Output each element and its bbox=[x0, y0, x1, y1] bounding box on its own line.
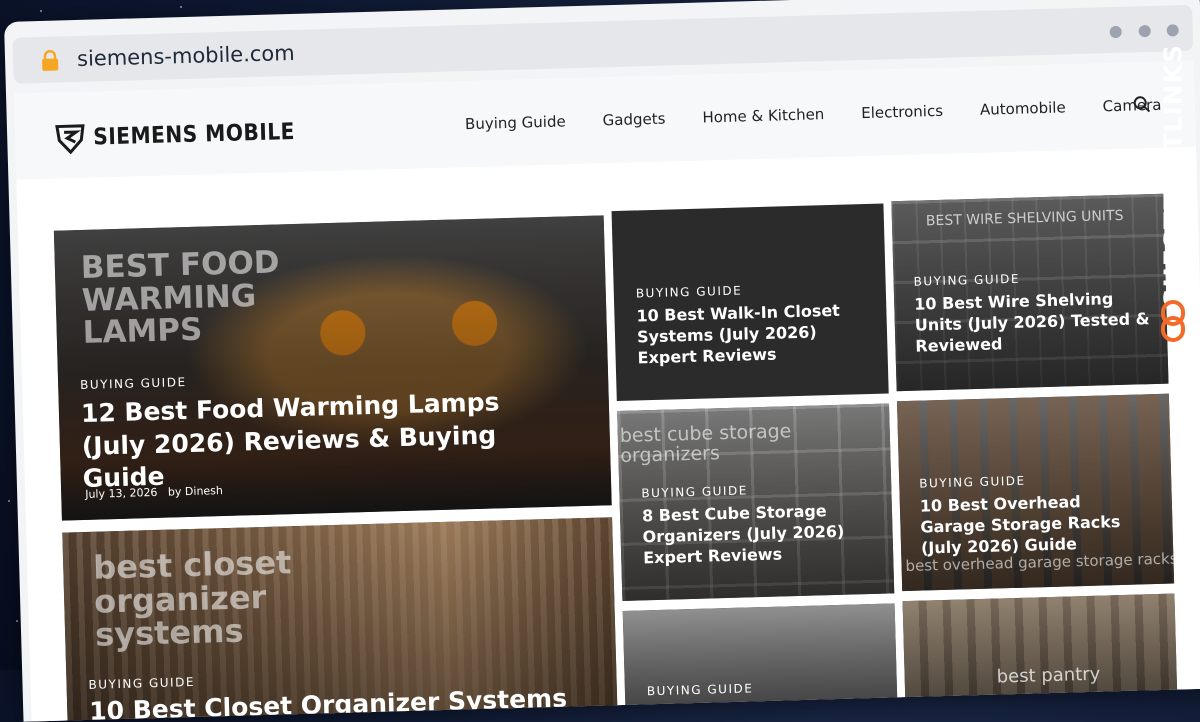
window-dot-icon[interactable] bbox=[1109, 25, 1122, 39]
post-card[interactable]: BUYING GUIDE 10 Best Walk-In Closet Syst… bbox=[611, 203, 889, 402]
post-title[interactable]: 10 Best Walk-In Closet Systems (July 202… bbox=[636, 300, 878, 369]
post-category[interactable]: BUYING GUIDE bbox=[925, 694, 1032, 711]
menu-item-gadgets[interactable]: Gadgets bbox=[602, 110, 665, 130]
post-card[interactable]: BUYING GUIDE 10 Best Overhead Garage Sto… bbox=[896, 393, 1175, 592]
logo-text: SIEMENS MOBILE bbox=[92, 118, 296, 151]
post-category[interactable]: BUYING GUIDE bbox=[636, 283, 743, 300]
post-category[interactable]: BUYING GUIDE bbox=[913, 272, 1020, 289]
url-text[interactable]: siemens-mobile.com bbox=[77, 41, 295, 71]
post-image-overlay-text: best pantry bbox=[996, 663, 1101, 688]
link-icon bbox=[1161, 300, 1185, 342]
menu-item-home-kitchen[interactable]: Home & Kitchen bbox=[702, 105, 824, 126]
post-category[interactable]: BUYING GUIDE bbox=[919, 474, 1026, 491]
guestpostlinks-badge: GUESTPOSTLINKS bbox=[1156, 44, 1190, 352]
post-card-featured[interactable]: BEST FOOD WARMING LAMPS BUYING GUIDE 12 … bbox=[53, 215, 612, 521]
shield-logo-icon bbox=[55, 124, 85, 155]
post-title[interactable]: 10 Best Wire Shelving Units (July 2026) … bbox=[914, 288, 1156, 357]
post-category[interactable]: BUYING GUIDE bbox=[80, 375, 187, 392]
menu-item-buying-guide[interactable]: Buying Guide bbox=[465, 112, 566, 133]
post-card[interactable]: BEST WIRE SHELVING UNITS BUYING GUIDE 10… bbox=[891, 193, 1169, 392]
menu-item-automobile[interactable]: Automobile bbox=[980, 98, 1066, 118]
post-card[interactable]: BUYING GUIDE bbox=[622, 603, 898, 722]
post-title[interactable]: 10 Best Overhead Garage Storage Racks (J… bbox=[920, 490, 1152, 559]
post-image-overlay-text: BEST FOOD WARMING LAMPS bbox=[80, 244, 281, 352]
post-date: July 13, 2026 bbox=[85, 485, 158, 501]
browser-window: siemens-mobile.com SIEMENS MOBILE Buying… bbox=[4, 0, 1200, 722]
post-title[interactable]: 12 Best Food Warming Lamps (July 2026) R… bbox=[81, 384, 574, 495]
post-card[interactable]: best cube storage organizers BUYING GUID… bbox=[617, 403, 895, 601]
author-prefix: by bbox=[167, 485, 182, 499]
website-viewport: SIEMENS MOBILE Buying Guide Gadgets Home… bbox=[14, 60, 1200, 722]
main-menu: Buying Guide Gadgets Home & Kitchen Elec… bbox=[465, 96, 1162, 133]
search-icon[interactable] bbox=[1132, 95, 1151, 113]
post-author[interactable]: Dinesh bbox=[185, 484, 223, 498]
lock-icon bbox=[42, 50, 59, 71]
menu-item-electronics[interactable]: Electronics bbox=[861, 102, 943, 122]
post-category[interactable]: BUYING GUIDE bbox=[641, 483, 748, 500]
post-image-overlay-text: best closet organizer systems bbox=[92, 543, 292, 654]
post-category[interactable]: BUYING GUIDE bbox=[647, 681, 754, 698]
post-category[interactable]: BUYING GUIDE bbox=[88, 675, 195, 692]
post-image-overlay-text: best cube storage organizers bbox=[619, 420, 792, 467]
post-title[interactable]: 8 Best Cube Storage Organizers (July 202… bbox=[642, 501, 854, 569]
site-logo[interactable]: SIEMENS MOBILE bbox=[55, 115, 323, 155]
post-card[interactable]: best pantry BUYING GUIDE bbox=[902, 593, 1178, 722]
badge-text: GUESTPOSTLINKS bbox=[1158, 43, 1188, 310]
post-card-featured[interactable]: best closet organizer systems BUYING GUI… bbox=[62, 517, 619, 722]
window-dot-icon[interactable] bbox=[1138, 25, 1151, 38]
